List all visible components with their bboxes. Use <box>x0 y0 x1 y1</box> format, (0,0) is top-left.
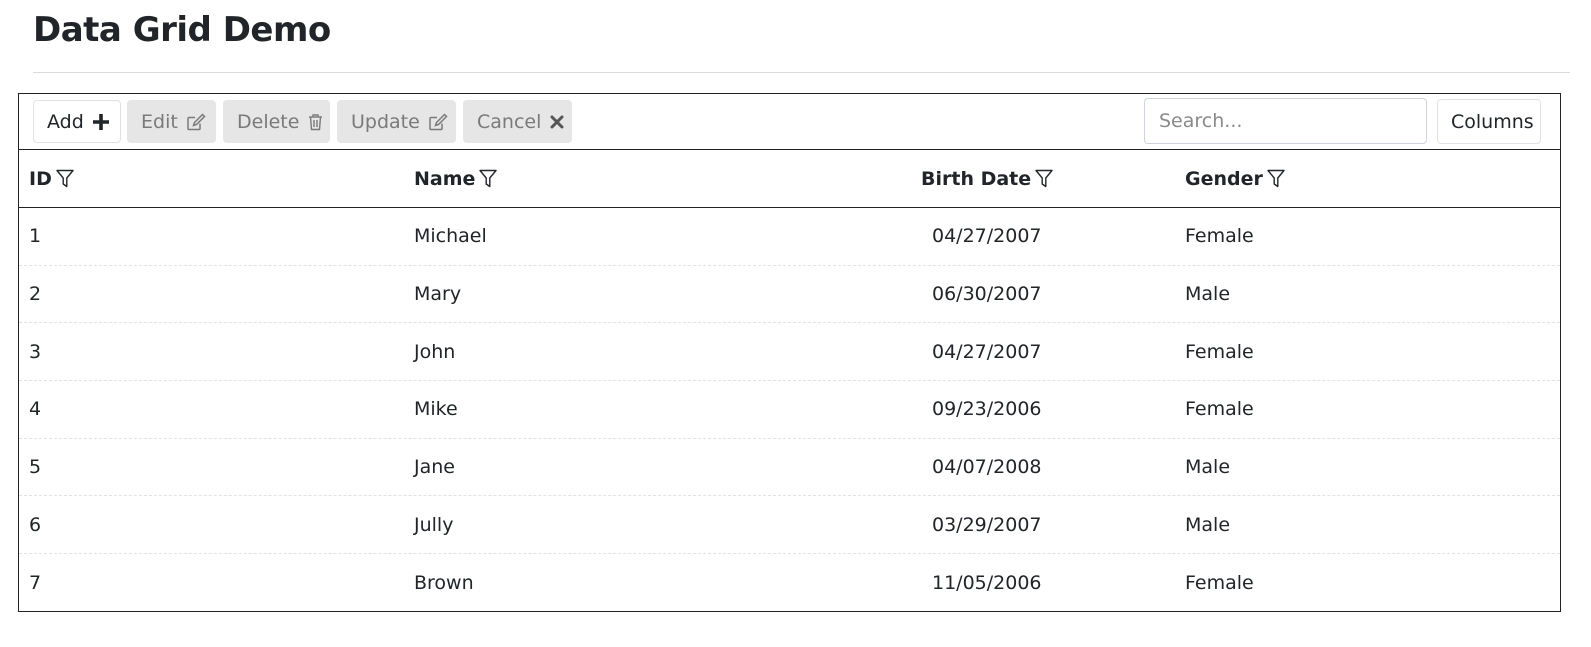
cell-id: 7 <box>29 571 42 594</box>
edit-icon <box>187 112 206 131</box>
page-title: Data Grid Demo <box>33 10 331 50</box>
column-header-name[interactable]: Name <box>414 150 498 207</box>
column-header-birth-date[interactable]: Birth Date <box>921 150 1053 207</box>
update-button[interactable]: Update <box>337 100 456 143</box>
cell-gender: Female <box>1185 340 1254 363</box>
cell-id: 5 <box>29 456 42 479</box>
table-row[interactable]: 5 Jane 04/07/2008 Male <box>19 439 1560 497</box>
cell-name: Jane <box>414 456 455 479</box>
edit-icon <box>429 112 448 131</box>
cancel-button-label: Cancel <box>477 110 542 133</box>
table-header: ID Name Birth Date Gender <box>19 150 1560 208</box>
filter-icon[interactable] <box>479 169 498 189</box>
filter-icon[interactable] <box>56 169 74 189</box>
trash-icon <box>308 113 323 131</box>
cell-birth-date: 04/27/2007 <box>932 340 1042 363</box>
cell-birth-date: 06/30/2007 <box>932 283 1042 306</box>
column-header-label: Gender <box>1185 167 1263 190</box>
cell-gender: Female <box>1185 571 1254 594</box>
update-button-label: Update <box>351 110 420 133</box>
filter-icon[interactable] <box>1035 169 1053 189</box>
column-header-label: ID <box>29 167 52 190</box>
cell-birth-date: 03/29/2007 <box>932 513 1042 536</box>
table-row[interactable]: 6 Jully 03/29/2007 Male <box>19 496 1560 555</box>
cell-birth-date: 04/27/2007 <box>932 225 1042 248</box>
cell-gender: Male <box>1185 283 1231 306</box>
cell-gender: Male <box>1185 513 1231 536</box>
columns-button-label: Columns <box>1451 110 1534 133</box>
cell-gender: Female <box>1185 398 1254 421</box>
cell-id: 4 <box>29 398 42 421</box>
column-header-label: Name <box>414 167 476 190</box>
close-icon <box>550 115 564 129</box>
table-row[interactable]: 3 John 04/27/2007 Female <box>19 323 1560 382</box>
delete-button-label: Delete <box>237 110 300 133</box>
table-body: 1 Michael 04/27/2007 Female 2 Mary 06/30… <box>19 208 1560 612</box>
cancel-button[interactable]: Cancel <box>463 100 572 143</box>
cell-id: 3 <box>29 340 42 363</box>
search-input[interactable] <box>1144 98 1427 144</box>
title-divider <box>33 72 1570 73</box>
filter-icon[interactable] <box>1267 169 1285 189</box>
cell-id: 1 <box>29 225 42 248</box>
column-header-gender[interactable]: Gender <box>1185 150 1285 207</box>
table-row[interactable]: 2 Mary 06/30/2007 Male <box>19 266 1560 324</box>
table-row[interactable]: 1 Michael 04/27/2007 Female <box>19 208 1560 266</box>
cell-birth-date: 04/07/2008 <box>932 456 1042 479</box>
cell-name: Michael <box>414 225 487 248</box>
cell-id: 2 <box>29 283 42 306</box>
columns-button[interactable]: Columns <box>1437 99 1541 144</box>
add-button-label: Add <box>47 110 84 133</box>
cell-name: Jully <box>414 513 454 536</box>
cell-name: Mary <box>414 283 462 306</box>
cell-gender: Male <box>1185 456 1231 479</box>
cell-id: 6 <box>29 513 42 536</box>
delete-button[interactable]: Delete <box>223 100 330 143</box>
cell-name: John <box>414 340 456 363</box>
cell-birth-date: 11/05/2006 <box>932 571 1042 594</box>
edit-button-label: Edit <box>141 110 178 133</box>
column-header-id[interactable]: ID <box>29 150 74 207</box>
add-button[interactable]: Add <box>33 100 121 143</box>
data-grid: Add Edit Delete Update Cancel Search... … <box>18 93 1561 612</box>
cell-name: Mike <box>414 398 458 421</box>
cell-name: Brown <box>414 571 474 594</box>
cell-gender: Female <box>1185 225 1254 248</box>
table-row[interactable]: 4 Mike 09/23/2006 Female <box>19 381 1560 439</box>
edit-button[interactable]: Edit <box>127 100 216 143</box>
plus-icon <box>92 113 109 130</box>
column-header-label: Birth Date <box>921 167 1032 190</box>
cell-birth-date: 09/23/2006 <box>932 398 1042 421</box>
grid-toolbar: Add Edit Delete Update Cancel Search... … <box>19 94 1560 150</box>
table-row[interactable]: 7 Brown 11/05/2006 Female <box>19 554 1560 612</box>
